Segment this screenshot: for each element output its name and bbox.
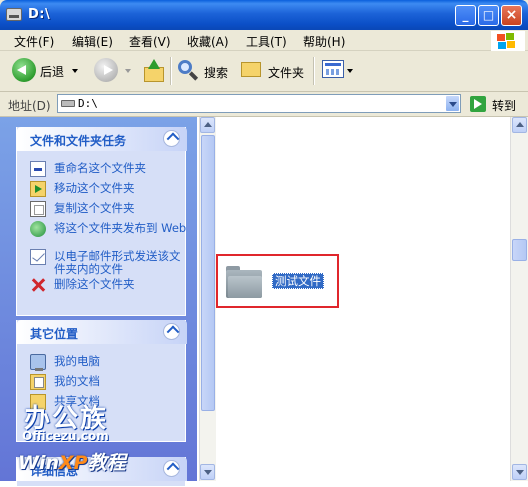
back-button-label[interactable]: 后退 bbox=[40, 63, 64, 80]
collapse-chevron-icon[interactable] bbox=[163, 323, 180, 340]
rename-icon bbox=[30, 161, 46, 177]
back-arrow-icon[interactable] bbox=[12, 58, 36, 82]
panel-title: 其它位置 bbox=[30, 327, 79, 341]
address-dropdown-button[interactable] bbox=[445, 95, 460, 112]
address-bar: 地址(D) D:\ 转到 bbox=[0, 92, 528, 117]
menu-favorites[interactable]: 收藏(A) bbox=[187, 33, 229, 50]
web-publish-icon bbox=[30, 221, 46, 237]
folder-icon[interactable] bbox=[226, 266, 262, 298]
menu-bar: 文件(F) 编辑(E) 查看(V) 收藏(A) 工具(T) 帮助(H) bbox=[0, 30, 528, 51]
toolbar-separator bbox=[170, 57, 172, 85]
panel-header[interactable]: 文件和文件夹任务 bbox=[17, 127, 187, 151]
copy-icon bbox=[30, 201, 46, 217]
drive-icon bbox=[61, 100, 75, 107]
window-title: D:\ bbox=[28, 7, 51, 22]
scroll-thumb[interactable] bbox=[201, 135, 215, 411]
close-button[interactable]: × bbox=[501, 5, 522, 26]
watermark-win: Win bbox=[18, 452, 59, 474]
go-button-label[interactable]: 转到 bbox=[492, 97, 516, 114]
windows-logo-icon bbox=[491, 31, 525, 51]
views-dropdown-icon[interactable] bbox=[347, 69, 353, 73]
folder-name-label[interactable]: 测试文件 bbox=[272, 273, 324, 289]
address-value[interactable]: D:\ bbox=[78, 97, 98, 110]
file-folder-tasks-panel: 文件和文件夹任务 重命名这个文件夹 移动这个文件夹 复制这个文件夹 将这个文件夹… bbox=[16, 127, 189, 316]
file-list-scrollbar[interactable] bbox=[510, 117, 528, 481]
drive-icon bbox=[6, 8, 22, 21]
go-arrow-icon[interactable] bbox=[470, 96, 486, 112]
back-history-dropdown-icon[interactable] bbox=[72, 69, 78, 73]
place-label[interactable]: 我的电脑 bbox=[54, 355, 189, 368]
views-icon[interactable] bbox=[322, 60, 344, 78]
collapse-chevron-icon[interactable] bbox=[163, 130, 180, 147]
scroll-down-button[interactable] bbox=[512, 464, 527, 480]
scroll-thumb[interactable] bbox=[512, 239, 527, 261]
task-label[interactable]: 复制这个文件夹 bbox=[54, 202, 189, 215]
task-label[interactable]: 将这个文件夹发布到 Web bbox=[54, 222, 189, 235]
forward-arrow-icon[interactable] bbox=[94, 58, 118, 82]
menu-tools[interactable]: 工具(T) bbox=[246, 33, 287, 50]
task-label[interactable]: 重命名这个文件夹 bbox=[54, 162, 189, 175]
move-icon bbox=[30, 181, 46, 197]
delete-icon bbox=[30, 277, 46, 293]
task-label[interactable]: 删除这个文件夹 bbox=[54, 278, 189, 291]
up-folder-icon[interactable] bbox=[142, 59, 164, 82]
search-icon[interactable] bbox=[178, 60, 192, 74]
expand-chevron-icon[interactable] bbox=[163, 460, 180, 477]
maximize-button[interactable]: □ bbox=[478, 5, 499, 26]
menu-edit[interactable]: 编辑(E) bbox=[72, 33, 113, 50]
menu-view[interactable]: 查看(V) bbox=[129, 33, 171, 50]
scroll-down-button[interactable] bbox=[200, 464, 215, 480]
task-label[interactable]: 以电子邮件形式发送该文件夹内的文件 bbox=[54, 250, 189, 276]
title-bar[interactable]: D:\ _ □ × bbox=[0, 0, 528, 30]
address-input[interactable]: D:\ bbox=[57, 94, 461, 113]
menu-help[interactable]: 帮助(H) bbox=[303, 33, 345, 50]
scroll-up-button[interactable] bbox=[200, 117, 215, 133]
watermark-site: Officezu.com bbox=[22, 429, 109, 443]
my-computer-icon bbox=[30, 354, 46, 371]
panel-header[interactable]: 其它位置 bbox=[17, 320, 187, 344]
folder-item[interactable]: 测试文件 bbox=[216, 254, 339, 308]
address-label: 地址(D) bbox=[8, 99, 51, 113]
forward-history-dropdown-icon[interactable] bbox=[125, 69, 131, 73]
place-label[interactable]: 我的文档 bbox=[54, 375, 189, 388]
my-documents-icon bbox=[30, 374, 46, 390]
task-pane-scrollbar[interactable] bbox=[199, 117, 216, 481]
scroll-up-button[interactable] bbox=[512, 117, 527, 133]
search-button-label[interactable]: 搜索 bbox=[204, 64, 228, 81]
watermark-rest: 教程 bbox=[87, 452, 126, 474]
minimize-button[interactable]: _ bbox=[455, 5, 476, 26]
watermark-xp: XP bbox=[59, 452, 88, 474]
folders-button-label[interactable]: 文件夹 bbox=[268, 64, 304, 81]
folders-icon[interactable] bbox=[241, 62, 261, 77]
panel-title: 文件和文件夹任务 bbox=[30, 134, 127, 148]
watermark-tagline: WinXP教程 bbox=[18, 448, 126, 475]
menu-file[interactable]: 文件(F) bbox=[14, 33, 54, 50]
explorer-window: D:\ _ □ × 文件(F) 编辑(E) 查看(V) 收藏(A) 工具(T) … bbox=[0, 0, 528, 487]
toolbar-separator bbox=[313, 57, 315, 85]
email-icon bbox=[30, 249, 46, 265]
standard-toolbar: 后退 搜索 文件夹 bbox=[0, 51, 528, 92]
task-label[interactable]: 移动这个文件夹 bbox=[54, 182, 189, 195]
